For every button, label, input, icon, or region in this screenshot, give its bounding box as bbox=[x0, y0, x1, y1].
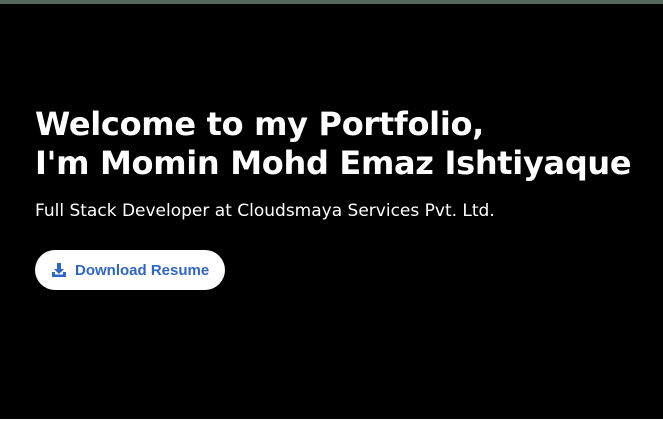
hero-subtitle: Full Stack Developer at Cloudsmaya Servi… bbox=[35, 201, 495, 221]
download-icon bbox=[52, 263, 66, 277]
page: Welcome to my Portfolio, I'm Momin Mohd … bbox=[0, 0, 663, 421]
download-resume-label: Download Resume bbox=[75, 261, 210, 279]
hero-title-line-2: I'm Momin Mohd Emaz Ishtiyaque bbox=[35, 144, 632, 182]
hero-section: Welcome to my Portfolio, I'm Momin Mohd … bbox=[0, 4, 663, 419]
download-resume-button[interactable]: Download Resume bbox=[35, 250, 226, 290]
hero-title: Welcome to my Portfolio, I'm Momin Mohd … bbox=[35, 105, 655, 183]
hero-content: Welcome to my Portfolio, I'm Momin Mohd … bbox=[35, 105, 655, 290]
hero-title-line-1: Welcome to my Portfolio, bbox=[35, 105, 485, 143]
